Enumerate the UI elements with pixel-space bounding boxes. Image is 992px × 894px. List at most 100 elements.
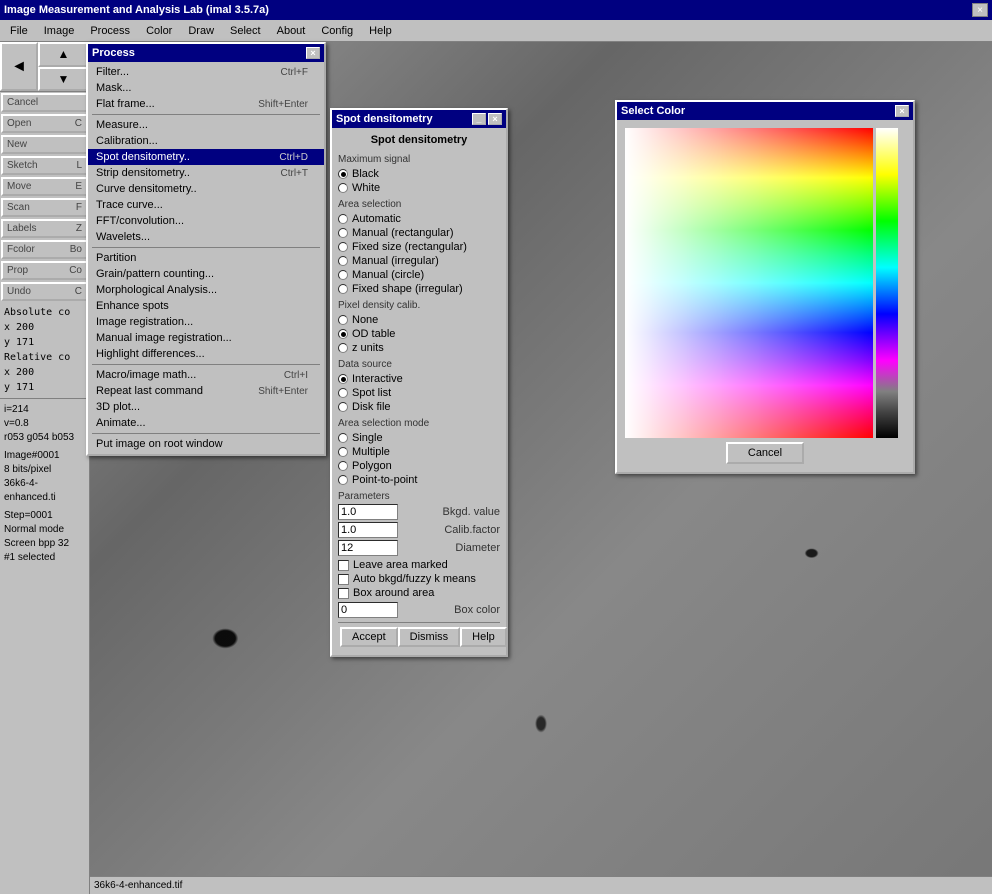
- nav-down-button[interactable]: ▼: [38, 67, 89, 92]
- diameter-input[interactable]: [338, 540, 398, 556]
- radio-polygon-input[interactable]: [338, 461, 348, 471]
- color-side-strip[interactable]: [876, 128, 898, 438]
- menu-image-registration[interactable]: Image registration...: [88, 314, 324, 330]
- radio-manual-circle-input[interactable]: [338, 270, 348, 280]
- menu-calibration[interactable]: Calibration...: [88, 133, 324, 149]
- radio-manual-circle[interactable]: Manual (circle): [338, 268, 500, 282]
- menu-morphological[interactable]: Morphological Analysis...: [88, 282, 324, 298]
- sidebar-labels-button[interactable]: Labels Z: [1, 219, 88, 238]
- radio-manual-irreg[interactable]: Manual (irregular): [338, 254, 500, 268]
- radio-manual-irreg-input[interactable]: [338, 256, 348, 266]
- radio-fixed-rect-input[interactable]: [338, 242, 348, 252]
- radio-polygon[interactable]: Polygon: [338, 459, 500, 473]
- accept-button[interactable]: Accept: [340, 627, 398, 647]
- menu-mask[interactable]: Mask...: [88, 80, 324, 96]
- menu-highlight-differences[interactable]: Highlight differences...: [88, 346, 324, 362]
- process-menu-close-btn[interactable]: ×: [306, 47, 320, 59]
- radio-manual-rect-input[interactable]: [338, 228, 348, 238]
- color-gradient-main[interactable]: [625, 128, 873, 438]
- menu-config[interactable]: Config: [313, 23, 361, 39]
- color-cancel-button[interactable]: Cancel: [726, 442, 804, 464]
- menu-file[interactable]: File: [2, 23, 36, 39]
- menu-measure[interactable]: Measure...: [88, 117, 324, 133]
- menu-trace-curve[interactable]: Trace curve...: [88, 197, 324, 213]
- box-around-area-checkbox[interactable]: [338, 588, 349, 599]
- menu-image[interactable]: Image: [36, 23, 83, 39]
- radio-none[interactable]: None: [338, 313, 500, 327]
- radio-white-input[interactable]: [338, 183, 348, 193]
- menu-macro-math[interactable]: Macro/image math... Ctrl+I: [88, 367, 324, 383]
- help-button[interactable]: Help: [460, 627, 507, 647]
- menu-partition[interactable]: Partition: [88, 250, 324, 266]
- radio-black[interactable]: Black: [338, 167, 500, 181]
- radio-disk-file-input[interactable]: [338, 402, 348, 412]
- menu-strip-densitometry[interactable]: Strip densitometry.. Ctrl+T: [88, 165, 324, 181]
- menu-draw[interactable]: Draw: [180, 23, 222, 39]
- menu-3d-plot[interactable]: 3D plot...: [88, 399, 324, 415]
- radio-spot-list[interactable]: Spot list: [338, 386, 500, 400]
- radio-multiple-input[interactable]: [338, 447, 348, 457]
- auto-bkgd-checkbox[interactable]: [338, 574, 349, 585]
- menu-manual-registration[interactable]: Manual image registration...: [88, 330, 324, 346]
- radio-od-table[interactable]: OD table: [338, 327, 500, 341]
- color-dialog-close-btn[interactable]: ×: [895, 105, 909, 117]
- radio-z-units[interactable]: z units: [338, 341, 500, 355]
- nav-left-button[interactable]: ◄: [0, 42, 38, 91]
- sidebar-scan-button[interactable]: Scan F: [1, 198, 88, 217]
- radio-interactive[interactable]: Interactive: [338, 372, 500, 386]
- radio-fixed-rect[interactable]: Fixed size (rectangular): [338, 240, 500, 254]
- box-around-area-item[interactable]: Box around area: [338, 586, 500, 600]
- menu-about[interactable]: About: [269, 23, 314, 39]
- menu-select[interactable]: Select: [222, 23, 269, 39]
- radio-fixed-irreg[interactable]: Fixed shape (irregular): [338, 282, 500, 296]
- color-dialog-title-bar[interactable]: Select Color ×: [617, 102, 913, 120]
- radio-single[interactable]: Single: [338, 431, 500, 445]
- leave-area-marked-item[interactable]: Leave area marked: [338, 558, 500, 572]
- sidebar-open-button[interactable]: Open C: [1, 114, 88, 133]
- menu-fft[interactable]: FFT/convolution...: [88, 213, 324, 229]
- radio-fixed-irreg-input[interactable]: [338, 284, 348, 294]
- sidebar-sketch-button[interactable]: Sketch L: [1, 156, 88, 175]
- sidebar-undo-button[interactable]: Undo C: [1, 282, 88, 301]
- spot-dialog-title-bar[interactable]: Spot densitometry _ ×: [332, 110, 506, 128]
- menu-process[interactable]: Process: [82, 23, 138, 39]
- spot-dialog-minimize-btn[interactable]: _: [472, 113, 486, 125]
- app-close-button[interactable]: ×: [972, 3, 988, 17]
- menu-animate[interactable]: Animate...: [88, 415, 324, 431]
- sidebar-new-button[interactable]: New: [1, 135, 88, 154]
- leave-area-marked-checkbox[interactable]: [338, 560, 349, 571]
- radio-automatic-input[interactable]: [338, 214, 348, 224]
- sidebar-cancel-button[interactable]: Cancel: [1, 93, 88, 112]
- radio-black-input[interactable]: [338, 169, 348, 179]
- radio-interactive-input[interactable]: [338, 374, 348, 384]
- sidebar-move-button[interactable]: Move E: [1, 177, 88, 196]
- box-color-input[interactable]: [338, 602, 398, 618]
- menu-help[interactable]: Help: [361, 23, 400, 39]
- radio-multiple[interactable]: Multiple: [338, 445, 500, 459]
- menu-repeat-last[interactable]: Repeat last command Shift+Enter: [88, 383, 324, 399]
- radio-automatic[interactable]: Automatic: [338, 212, 500, 226]
- menu-put-on-root[interactable]: Put image on root window: [88, 436, 324, 452]
- menu-color[interactable]: Color: [138, 23, 180, 39]
- menu-spot-densitometry[interactable]: Spot densitometry.. Ctrl+D: [88, 149, 324, 165]
- radio-single-input[interactable]: [338, 433, 348, 443]
- menu-enhance-spots[interactable]: Enhance spots: [88, 298, 324, 314]
- menu-grain-pattern[interactable]: Grain/pattern counting...: [88, 266, 324, 282]
- auto-bkgd-item[interactable]: Auto bkgd/fuzzy k means: [338, 572, 500, 586]
- radio-od-table-input[interactable]: [338, 329, 348, 339]
- radio-white[interactable]: White: [338, 181, 500, 195]
- menu-flat-frame[interactable]: Flat frame... Shift+Enter: [88, 96, 324, 112]
- nav-up-button[interactable]: ▲: [38, 42, 89, 67]
- menu-curve-densitometry[interactable]: Curve densitometry..: [88, 181, 324, 197]
- radio-point-to-point[interactable]: Point-to-point: [338, 473, 500, 487]
- menu-wavelets[interactable]: Wavelets...: [88, 229, 324, 245]
- dismiss-button[interactable]: Dismiss: [398, 627, 461, 647]
- sidebar-prop-button[interactable]: Prop Co: [1, 261, 88, 280]
- menu-filter[interactable]: Filter... Ctrl+F: [88, 64, 324, 80]
- sidebar-fcolor-button[interactable]: Fcolor Bo: [1, 240, 88, 259]
- radio-spot-list-input[interactable]: [338, 388, 348, 398]
- radio-z-units-input[interactable]: [338, 343, 348, 353]
- radio-disk-file[interactable]: Disk file: [338, 400, 500, 414]
- calib-factor-input[interactable]: [338, 522, 398, 538]
- process-menu-title-bar[interactable]: Process ×: [88, 44, 324, 62]
